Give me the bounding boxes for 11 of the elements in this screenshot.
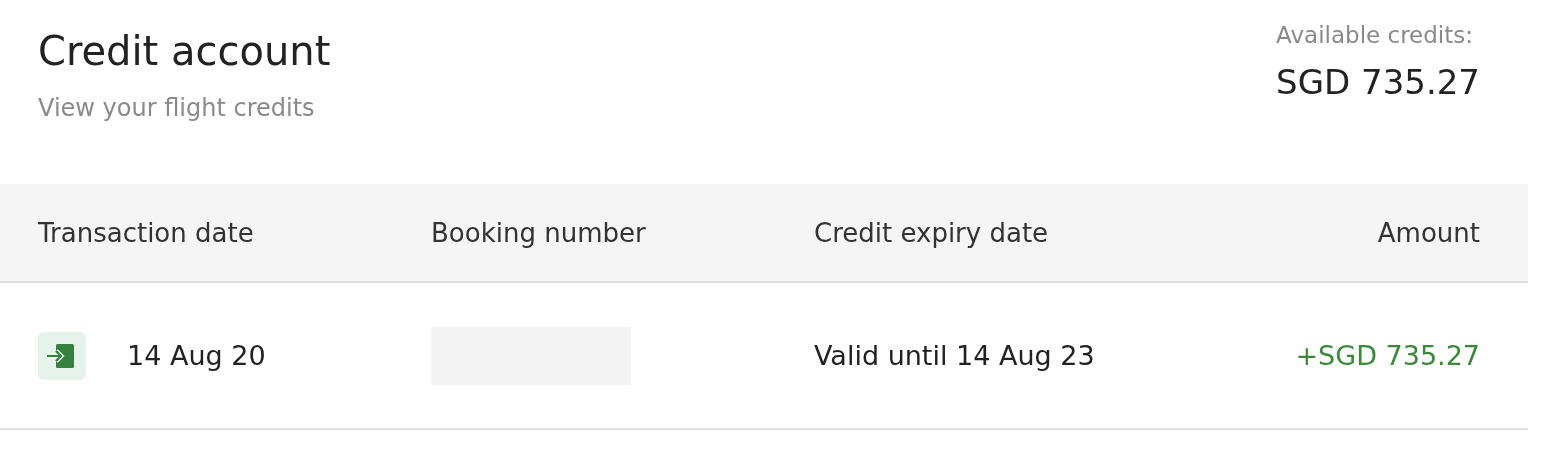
- column-header: Transaction date: [38, 217, 255, 248]
- table-cell-text: +SGD 735.27: [1294, 340, 1480, 371]
- page-subtitle: View your flight credits: [38, 94, 316, 122]
- table-cell: 14 Aug 20: [127, 340, 266, 371]
- column-header: Amount: [1376, 217, 1480, 248]
- table-cell-text: Valid until 14 Aug 23: [814, 340, 1096, 371]
- column-header: Credit expiry date: [814, 217, 1050, 248]
- column-header: Booking number: [431, 217, 647, 248]
- balance-label: Available credits:: [1276, 22, 1474, 48]
- balance-amount: SGD 735.27: [1276, 62, 1480, 102]
- page-title: Credit account: [38, 28, 331, 74]
